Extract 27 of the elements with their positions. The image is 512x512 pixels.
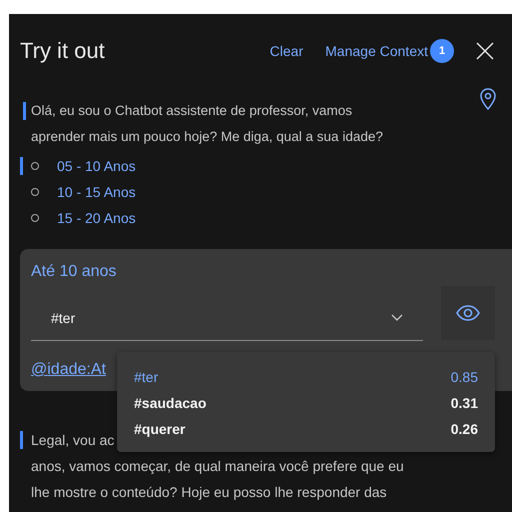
view-button[interactable] (441, 286, 495, 340)
radio-dot-icon (31, 188, 39, 196)
panel-title: Try it out (20, 38, 106, 64)
bot-message-line: lhe mostre o conteúdo? Hoje eu posso lhe responder das (30, 483, 388, 502)
intent-dropdown[interactable]: #ter (31, 295, 423, 341)
radio-dot-icon (31, 214, 39, 222)
eye-icon (456, 305, 480, 321)
location-icon (480, 88, 496, 110)
bot-message: Olá, eu sou o Chatbot assistente de professor, vamos aprender mais um pouco hoje? Me diga, qual a sua idade? (20, 98, 402, 150)
option-link[interactable]: 05 - 10 Anos (57, 158, 136, 174)
close-button[interactable] (474, 40, 496, 62)
user-message: Até 10 anos (31, 263, 118, 281)
intent-score: 0.85 (450, 369, 478, 385)
clear-link[interactable]: Clear (270, 43, 304, 59)
bot-message-line: anos, vamos começar, de qual maneira você prefere que eu (30, 457, 405, 476)
intent-score: 0.31 (450, 395, 478, 411)
intent-option[interactable]: #ter (134, 369, 158, 385)
close-icon (474, 40, 496, 62)
manage-context-link[interactable]: Manage Context (325, 43, 428, 59)
radio-dot-icon (31, 162, 39, 170)
intent-score: 0.26 (450, 421, 478, 437)
option-link[interactable]: 10 - 15 Anos (57, 184, 136, 200)
intent-option[interactable]: #saudacao (134, 395, 206, 411)
intent-option[interactable]: #querer (134, 421, 186, 437)
entity-link[interactable]: @idade:At (31, 361, 106, 379)
context-count-badge: 1 (430, 39, 454, 63)
option-link[interactable]: 15 - 20 Anos (57, 210, 136, 226)
